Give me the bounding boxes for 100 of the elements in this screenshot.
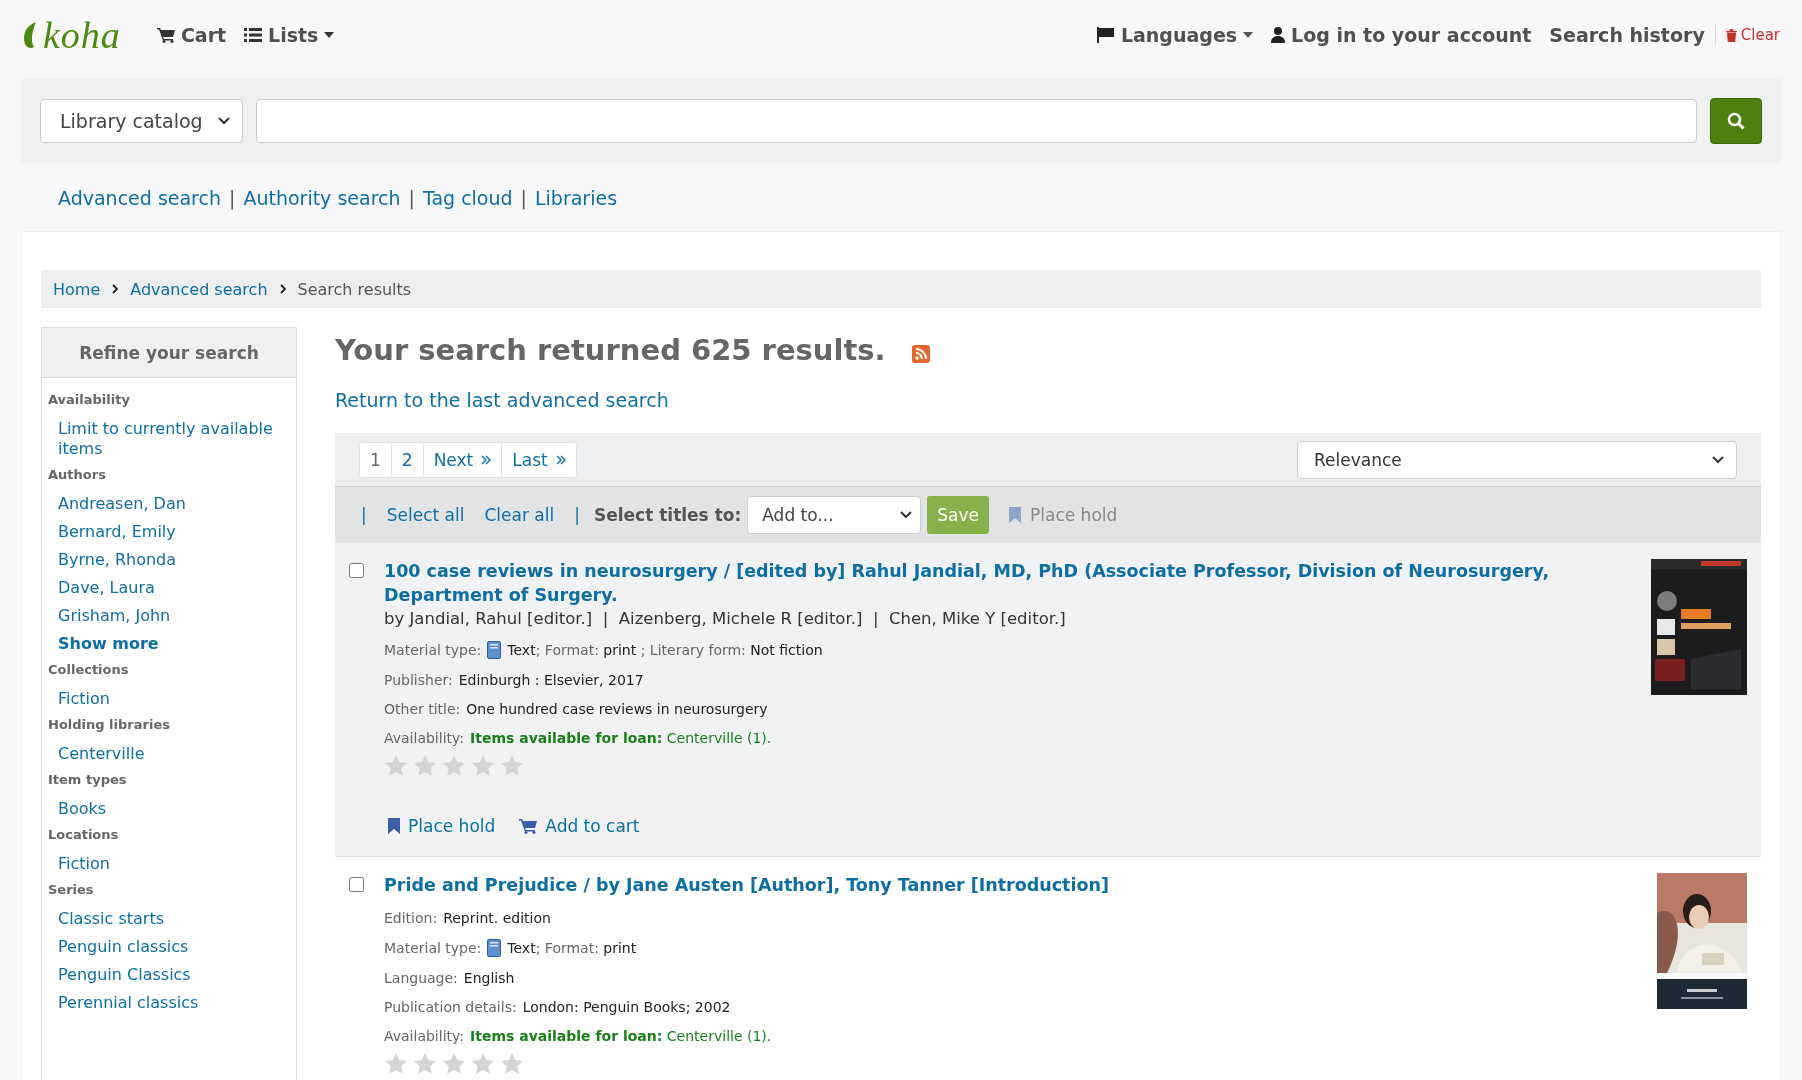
field-value: English [463, 970, 515, 986]
sort-select[interactable]: Relevance [1297, 440, 1737, 479]
result-title-link[interactable]: Pride and Prejudice / by Jane Austen [Author], Tony Tanner [Introduction] [384, 873, 1629, 897]
add-to-select[interactable]: Add to... [747, 496, 922, 534]
field-value: London: Penguin Books; 2002 [522, 999, 731, 1015]
star-icon [471, 1052, 495, 1076]
user-icon [1271, 27, 1286, 43]
separator: | [361, 505, 367, 525]
search-option-link[interactable]: Tag cloud [422, 187, 513, 209]
double-chevron-icon [555, 454, 566, 465]
facet-heading: Series [48, 882, 95, 897]
refine-heading: Refine your search [42, 328, 296, 378]
facet-link[interactable]: Bernard, Emily [58, 522, 290, 542]
bookmark-icon [388, 818, 400, 834]
facet-heading: Authors [48, 467, 107, 482]
result-action-link[interactable]: Add to cart [519, 816, 640, 836]
field-value: Reprint. edition [443, 910, 551, 926]
search-history-link[interactable]: Search history [1549, 24, 1716, 46]
book-icon [487, 641, 502, 659]
facet-link[interactable]: Fiction [58, 689, 290, 709]
field-label: Availability: [384, 730, 464, 746]
chevron-down-icon [1712, 455, 1724, 464]
logo[interactable]: koha [43, 13, 121, 57]
search-icon [1727, 112, 1745, 130]
availability-text: Items available for loan: Centerville (1). [470, 730, 772, 746]
nav-link[interactable]: Lists [244, 24, 335, 46]
facet-link[interactable]: Byrne, Rhonda [58, 550, 290, 570]
field-label: Publisher: [384, 672, 453, 688]
facet-link[interactable]: Centerville [58, 744, 290, 764]
field-label: Publication details: [384, 999, 517, 1015]
bookmark-icon [1009, 507, 1021, 523]
star-rating[interactable] [384, 1052, 524, 1076]
facet-link[interactable]: Penguin classics [58, 937, 290, 957]
star-icon [500, 1052, 524, 1076]
facet-heading: Locations [48, 827, 120, 842]
facet-link[interactable]: Fiction [58, 854, 290, 874]
last-page-link[interactable]: Last [501, 442, 576, 477]
double-chevron-icon [481, 454, 492, 465]
facet-heading: Availability [48, 392, 131, 407]
breadcrumb-link[interactable]: Home [53, 279, 101, 299]
material-details: Text; Format: print [507, 940, 637, 956]
login-link[interactable]: Log in to your account [1271, 24, 1532, 46]
facet-heading: Item types [48, 772, 128, 787]
star-rating[interactable] [384, 754, 524, 778]
clear-all-link[interactable]: Clear all [484, 505, 555, 525]
page-link[interactable]: 1 [360, 442, 391, 477]
page-link[interactable]: 2 [390, 442, 423, 477]
cart-icon [519, 818, 538, 834]
author-list: by Jandial, Rahul [editor.] | Aizenberg, Michele R [editor.] | Chen, Mike Y [editor.] [384, 609, 1629, 628]
facet-heading: Holding libraries [48, 717, 171, 732]
select-all-link[interactable]: Select all [386, 505, 465, 525]
result-action-link[interactable]: Place hold [388, 816, 496, 836]
results-heading: Your search returned 625 results. [335, 333, 886, 367]
star-icon [442, 754, 466, 778]
cart-icon [156, 27, 175, 43]
facet-link[interactable]: Penguin Classics [58, 965, 290, 985]
select-titles-label: Select titles to: [593, 505, 742, 525]
facet-link[interactable]: Perennial classics [58, 993, 290, 1013]
chevron-down-icon [218, 117, 230, 125]
star-icon [384, 1052, 408, 1076]
flag-icon [1096, 27, 1115, 43]
catalog-select[interactable]: Library catalog [40, 99, 243, 143]
languages-menu[interactable]: Languages [1096, 24, 1254, 46]
return-link[interactable]: Return to the last advanced search [335, 389, 669, 411]
field-label: Edition: [384, 910, 438, 926]
rss-icon[interactable] [911, 345, 930, 363]
field-label: Material type: [384, 642, 482, 658]
search-option-link[interactable]: Advanced search [58, 187, 221, 209]
select-checkbox[interactable] [349, 563, 364, 578]
search-option-link[interactable]: Authority search [243, 187, 401, 209]
search-field[interactable] [256, 99, 1697, 143]
facet-link[interactable]: Limit to currently available items [58, 419, 290, 459]
field-value: Edinburgh : Elsevier, 2017 [458, 672, 644, 688]
separator: | [574, 505, 580, 525]
search-button[interactable] [1710, 98, 1762, 144]
facet-link[interactable]: Grisham, John [58, 606, 290, 626]
separator: | [408, 187, 415, 209]
facet-link[interactable]: Andreasen, Dan [58, 494, 290, 514]
nav-link[interactable]: Cart [156, 24, 227, 46]
next-page-link[interactable]: Next [422, 442, 502, 477]
search-option-link[interactable]: Libraries [535, 187, 618, 209]
chevron-right-icon [279, 284, 286, 294]
facet-link[interactable]: Dave, Laura [58, 578, 290, 598]
current-page-label: Search results [297, 279, 412, 299]
facet-link[interactable]: Books [58, 799, 290, 819]
separator: | [520, 187, 527, 209]
facet-heading: Collections [48, 662, 130, 677]
clear-link[interactable]: Clear [1725, 26, 1780, 44]
book-icon [487, 939, 502, 957]
breadcrumb-link[interactable]: Advanced search [130, 279, 268, 299]
facet-link[interactable]: Classic starts [58, 909, 290, 929]
star-icon [500, 754, 524, 778]
material-details: Text; Format: print ; Literary form: Not fiction [507, 642, 823, 658]
caret-icon [324, 32, 335, 38]
trash-icon [1725, 28, 1737, 42]
show-more-link[interactable]: Show more [58, 634, 290, 654]
select-checkbox[interactable] [349, 877, 364, 892]
star-icon [384, 754, 408, 778]
availability-text: Items available for loan: Centerville (1). [470, 1028, 772, 1044]
result-title-link[interactable]: 100 case reviews in neurosurgery / [edited by] Rahul Jandial, MD, PhD (Associate Professor, Division of Neurosurgery, Department of Surgery. [384, 559, 1629, 607]
